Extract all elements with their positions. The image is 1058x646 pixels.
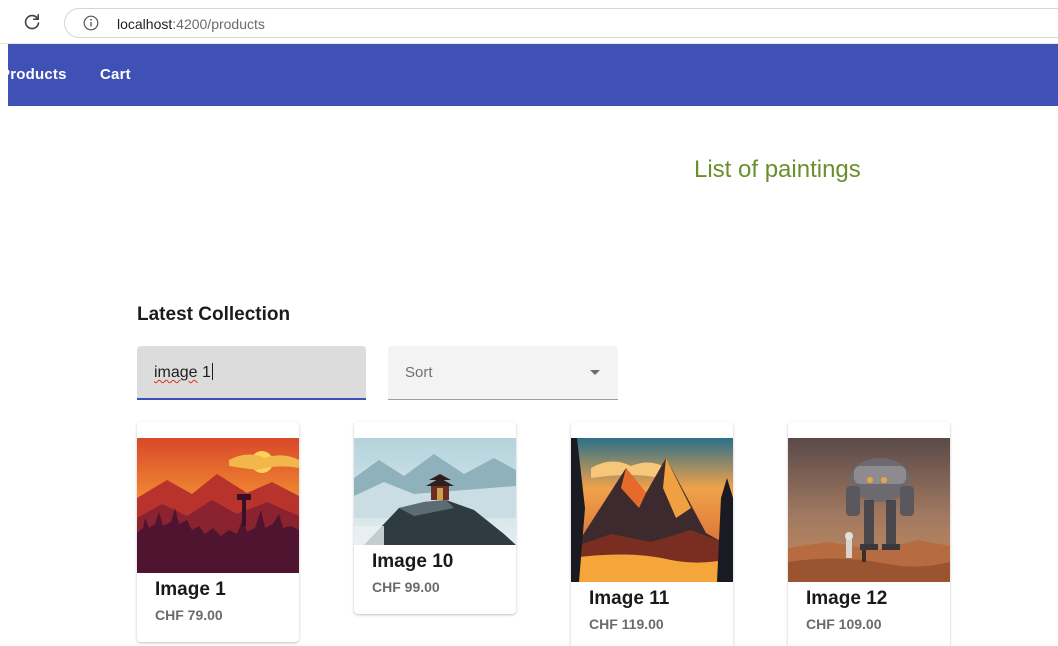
product-image-mountain-temple[interactable] <box>354 438 516 545</box>
browser-toolbar: localhost:4200/products <box>0 0 1058 44</box>
page-title: List of paintings <box>694 156 861 183</box>
product-price: CHF 119.00 <box>589 616 664 632</box>
product-price: CHF 79.00 <box>155 607 223 623</box>
product-image-colorful-mountains[interactable] <box>571 438 733 582</box>
dropdown-arrow-icon[interactable] <box>590 370 600 375</box>
sort-label: Sort <box>405 364 433 381</box>
product-card[interactable]: Image 11 CHF 119.00 <box>571 422 733 646</box>
product-card[interactable]: Image 12 CHF 109.00 <box>788 422 950 646</box>
nav-cart-link[interactable]: Cart <box>100 66 131 83</box>
url-path: :4200/products <box>172 16 265 32</box>
url-text: localhost:4200/products <box>117 16 265 32</box>
search-value-word: image <box>154 364 198 381</box>
address-bar[interactable]: localhost:4200/products <box>64 8 1058 38</box>
search-value-rest: 1 <box>197 364 211 381</box>
product-card[interactable]: Image 1 CHF 79.00 <box>137 422 299 642</box>
product-price: CHF 99.00 <box>372 579 440 595</box>
product-name: Image 11 <box>589 588 670 609</box>
info-icon[interactable] <box>83 15 99 31</box>
product-image-sunset-forest[interactable] <box>137 438 299 573</box>
nav-products-link[interactable]: Products <box>8 66 67 83</box>
product-name: Image 1 <box>155 579 226 600</box>
product-image-robot-desert[interactable] <box>788 438 950 582</box>
reload-icon[interactable] <box>22 12 42 32</box>
sort-select[interactable]: Sort <box>388 346 618 400</box>
search-input[interactable]: image 1 <box>137 346 366 400</box>
section-title: Latest Collection <box>137 304 291 325</box>
product-name: Image 10 <box>372 551 454 572</box>
top-navbar: Products Cart <box>8 44 1058 106</box>
search-value[interactable]: image 1 <box>154 363 213 382</box>
text-caret <box>211 363 213 380</box>
product-name: Image 12 <box>806 588 888 609</box>
url-host: localhost <box>117 16 173 32</box>
product-card[interactable]: Image 10 CHF 99.00 <box>354 422 516 614</box>
product-price: CHF 109.00 <box>806 616 882 632</box>
